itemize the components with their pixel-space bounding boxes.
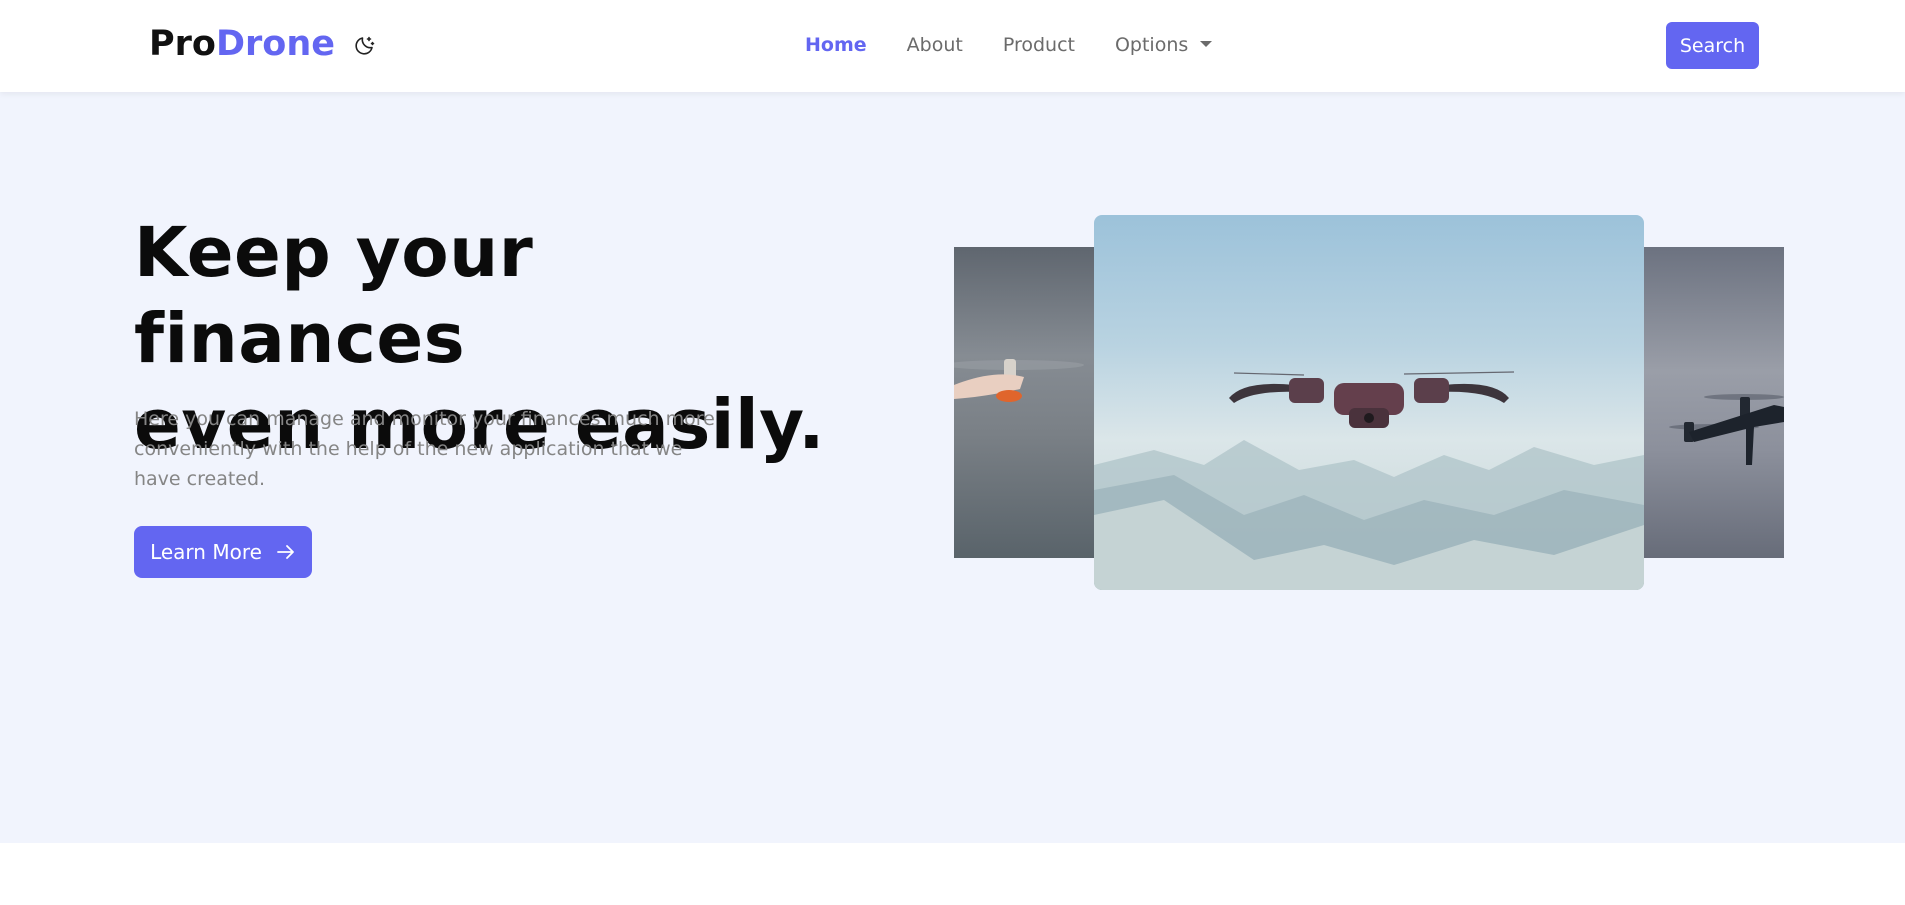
carousel-slide-previous[interactable] [954,247,1094,558]
drone-photo-image [954,359,1084,402]
theme-toggle-button[interactable] [350,30,380,60]
brand-logo[interactable]: ProDrone [149,22,335,66]
nav-options-dropdown[interactable]: Options [1114,30,1213,60]
search-button[interactable]: Search [1666,22,1759,69]
hero-description: Here you can manage and monitor your fin… [134,408,715,490]
nav-about[interactable]: About [907,30,963,60]
brand-part-drone: Drone [215,24,335,64]
carousel-slide-next[interactable] [1644,247,1784,558]
learn-more-label: Learn More [150,540,262,564]
brand-part-pro: Pro [149,24,216,64]
arrow-right-icon [277,545,294,559]
moon-stars-icon [355,36,375,55]
carousel-slide-active[interactable] [1094,215,1644,590]
hero-title-line1: Keep your finances [134,213,534,379]
main-nav: Home About Product Options [805,30,1252,60]
navbar: ProDrone Home About Product Options Sear… [0,0,1905,92]
page-footer-area [0,843,1905,905]
nav-home[interactable]: Home [805,30,867,60]
drone-photo-image [1094,371,1644,590]
nav-product[interactable]: Product [1003,30,1075,60]
learn-more-button[interactable]: Learn More [134,526,312,578]
hero-section: Keep your finances even more easily. Her… [0,92,1905,843]
nav-options-label: Options [1114,34,1189,56]
drone-photo-image [1669,394,1784,465]
caret-down-icon [1200,41,1213,47]
